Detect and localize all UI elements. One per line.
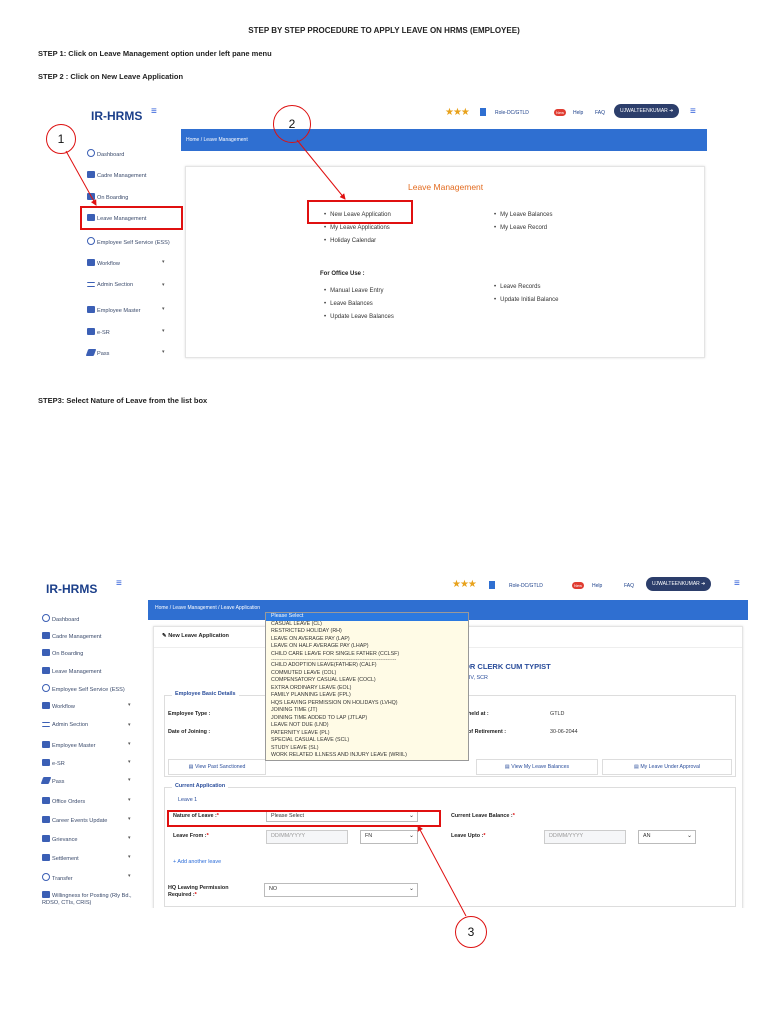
arrow-3: [417, 825, 467, 917]
arrow-2: [296, 139, 346, 200]
annotation-arrows: [65, 139, 467, 917]
arrow-1: [65, 150, 97, 206]
